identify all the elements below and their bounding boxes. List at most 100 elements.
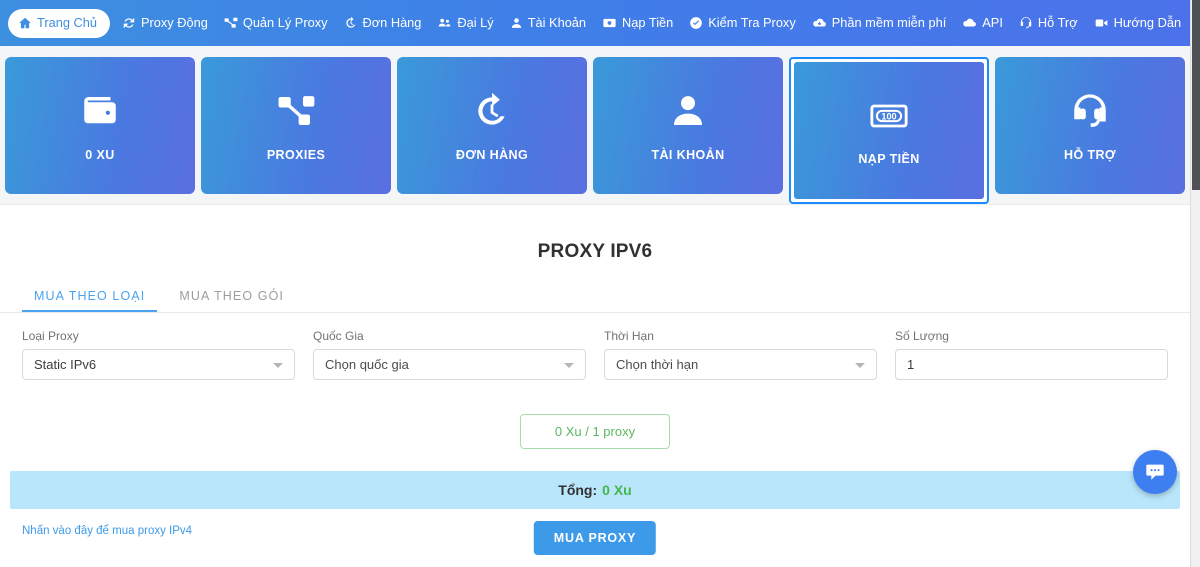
chat-widget-button[interactable] — [1133, 450, 1177, 494]
cloud-download-icon — [812, 16, 827, 30]
nav-item-label: Hỗ Trợ — [1037, 14, 1078, 30]
price-badge-wrapper: 0 Xu / 1 proxy — [0, 380, 1190, 449]
tile-label: ĐƠN HÀNG — [455, 147, 529, 162]
nav-item-phan-mem-mien-phi[interactable]: Phần mềm miễn phí — [804, 8, 955, 38]
chat-bubble-icon — [1144, 461, 1166, 483]
page-scrollbar[interactable] — [1190, 0, 1200, 567]
scrollbar-thumb[interactable] — [1192, 0, 1200, 190]
duration-select[interactable]: Chọn thời hạn — [604, 349, 877, 380]
nav-item-nap-tien[interactable]: Nạp Tiền — [594, 8, 681, 38]
nav-item-label: Tài Khoản — [527, 14, 587, 30]
nav-item-trang-chu[interactable]: Trang Chủ — [8, 8, 110, 38]
users-icon — [437, 16, 452, 30]
wallet-icon — [79, 90, 121, 132]
nav-item-quan-ly-proxy[interactable]: Quản Lý Proxy — [216, 8, 336, 38]
field-quoc-gia: Quốc Gia Chọn quốc gia — [313, 329, 586, 380]
tile-label: TÀI KHOẢN — [651, 147, 725, 162]
tile-wrap-0-xu: 0 XU — [5, 57, 195, 204]
field-thoi-han: Thời Hạn Chọn thời hạn — [604, 329, 877, 380]
quantity-input[interactable]: 1 — [895, 349, 1168, 380]
total-bar: Tổng: 0 Xu — [10, 471, 1180, 509]
history-icon — [344, 16, 358, 30]
refresh-icon — [122, 16, 136, 30]
tile-wrap-don-hang: ĐƠN HÀNG — [397, 57, 587, 204]
tile-tai-khoan[interactable]: TÀI KHOẢN — [593, 57, 783, 194]
nav-item-label: Đại Lý — [457, 14, 494, 30]
tile-proxies[interactable]: PROXIES — [201, 57, 391, 194]
tile-wrap-nap-tien: 100 NẠP TIỀN — [789, 57, 989, 204]
field-label: Quốc Gia — [313, 329, 364, 343]
unit-price-badge[interactable]: 0 Xu / 1 proxy — [519, 414, 671, 449]
nav-item-don-hang[interactable]: Đơn Hàng — [336, 8, 430, 38]
user-icon — [667, 90, 709, 132]
nav-item-label: Hướng Dẫn — [1113, 14, 1182, 30]
quick-access-tiles: 0 XU PROXIES ĐƠN HÀNG TÀI KHOẢN 100 NẠP … — [0, 57, 1190, 204]
chevron-down-icon — [855, 362, 865, 368]
tile-label: PROXIES — [266, 147, 326, 162]
tile-label: HỖ TRỢ — [1064, 147, 1116, 162]
cloud-icon — [962, 16, 977, 30]
nav-item-label: Trang Chủ — [37, 14, 97, 30]
nav-item-proxy-dong[interactable]: Proxy Động — [114, 8, 216, 38]
nav-item-label: Quản Lý Proxy — [242, 14, 328, 30]
nav-item-label: Proxy Động — [141, 14, 208, 30]
tile-wrap-tai-khoan: TÀI KHOẢN — [593, 57, 783, 204]
tile-label: 0 XU — [85, 147, 115, 162]
field-label: Thời Hạn — [604, 329, 654, 343]
nav-item-label: Phần mềm miễn phí — [831, 14, 947, 30]
page-title: PROXY IPV6 — [537, 241, 653, 262]
tab-mua-theo-loai[interactable]: MUA THEO LOẠI — [22, 285, 158, 312]
nav-item-label: API — [982, 14, 1003, 30]
money-icon — [602, 16, 617, 30]
tile-label: NẠP TIỀN — [858, 151, 920, 166]
home-icon — [18, 16, 32, 30]
history-icon — [471, 90, 513, 132]
nav-item-ho-tro[interactable]: Hỗ Trợ — [1011, 8, 1086, 38]
nav-item-huong-dan[interactable]: Hướng Dẫn — [1086, 8, 1189, 38]
headset-icon — [1019, 16, 1033, 30]
tile-wrap-ho-tro: HỖ TRỢ — [995, 57, 1185, 204]
chevron-down-icon — [273, 362, 283, 368]
page-root: Trang Chủ Proxy Động Quản Lý Proxy Đơn H… — [0, 0, 1200, 567]
top-navigation-bar: Trang Chủ Proxy Động Quản Lý Proxy Đơn H… — [0, 0, 1190, 46]
tab-label: MUA THEO LOẠI — [34, 289, 146, 303]
total-label: Tổng: — [558, 482, 598, 498]
buy-proxy-button[interactable]: MUA PROXY — [533, 521, 657, 555]
field-so-luong: Số Lượng 1 — [895, 329, 1168, 380]
nav-item-kiem-tra-proxy[interactable]: Kiểm Tra Proxy — [681, 8, 803, 38]
field-label: Loại Proxy — [22, 329, 79, 343]
tile-wrap-proxies: PROXIES — [201, 57, 391, 204]
chevron-down-icon — [564, 362, 574, 368]
headset-icon — [1069, 90, 1111, 132]
tile-0-xu[interactable]: 0 XU — [5, 57, 195, 194]
nav-item-tai-khoan[interactable]: Tài Khoản — [502, 8, 594, 38]
purchase-form: Loại Proxy Static IPv6 Quốc Gia Chọn quố… — [0, 313, 1190, 380]
tile-don-hang[interactable]: ĐƠN HÀNG — [397, 57, 587, 194]
total-value: 0 Xu — [602, 482, 632, 498]
quantity-value: 1 — [907, 357, 915, 372]
sitemap-icon — [224, 16, 238, 30]
user-icon — [510, 16, 523, 30]
sitemap-icon — [275, 90, 317, 132]
buy-ipv4-link[interactable]: Nhấn vào đây để mua proxy IPv4 — [22, 525, 192, 537]
field-label: Số Lượng — [895, 329, 949, 343]
nav-item-label: Kiểm Tra Proxy — [708, 14, 796, 30]
nav-item-label: Nạp Tiền — [622, 14, 674, 30]
nav-item-dai-ly[interactable]: Đại Lý — [429, 8, 501, 38]
nav-item-api[interactable]: API — [954, 8, 1011, 38]
main-panel: PROXY IPV6 MUA THEO LOẠI MUA THEO GÓI Lo… — [0, 204, 1190, 567]
purchase-mode-tabs: MUA THEO LOẠI MUA THEO GÓI — [0, 263, 1190, 312]
tab-mua-theo-goi[interactable]: MUA THEO GÓI — [167, 285, 296, 312]
tab-label: MUA THEO GÓI — [179, 289, 284, 303]
country-select[interactable]: Chọn quốc gia — [313, 349, 586, 380]
check-circle-icon — [689, 16, 703, 30]
proxy-type-select[interactable]: Static IPv6 — [22, 349, 295, 380]
banknote-100-icon: 100 — [869, 96, 909, 136]
nav-item-label: Đơn Hàng — [362, 14, 422, 30]
proxy-type-value: Static IPv6 — [34, 357, 97, 372]
tile-nap-tien[interactable]: 100 NẠP TIỀN — [794, 62, 984, 199]
field-loai-proxy: Loại Proxy Static IPv6 — [22, 329, 295, 380]
video-icon — [1094, 16, 1109, 30]
country-value: Chọn quốc gia — [325, 357, 409, 372]
tile-ho-tro[interactable]: HỖ TRỢ — [995, 57, 1185, 194]
